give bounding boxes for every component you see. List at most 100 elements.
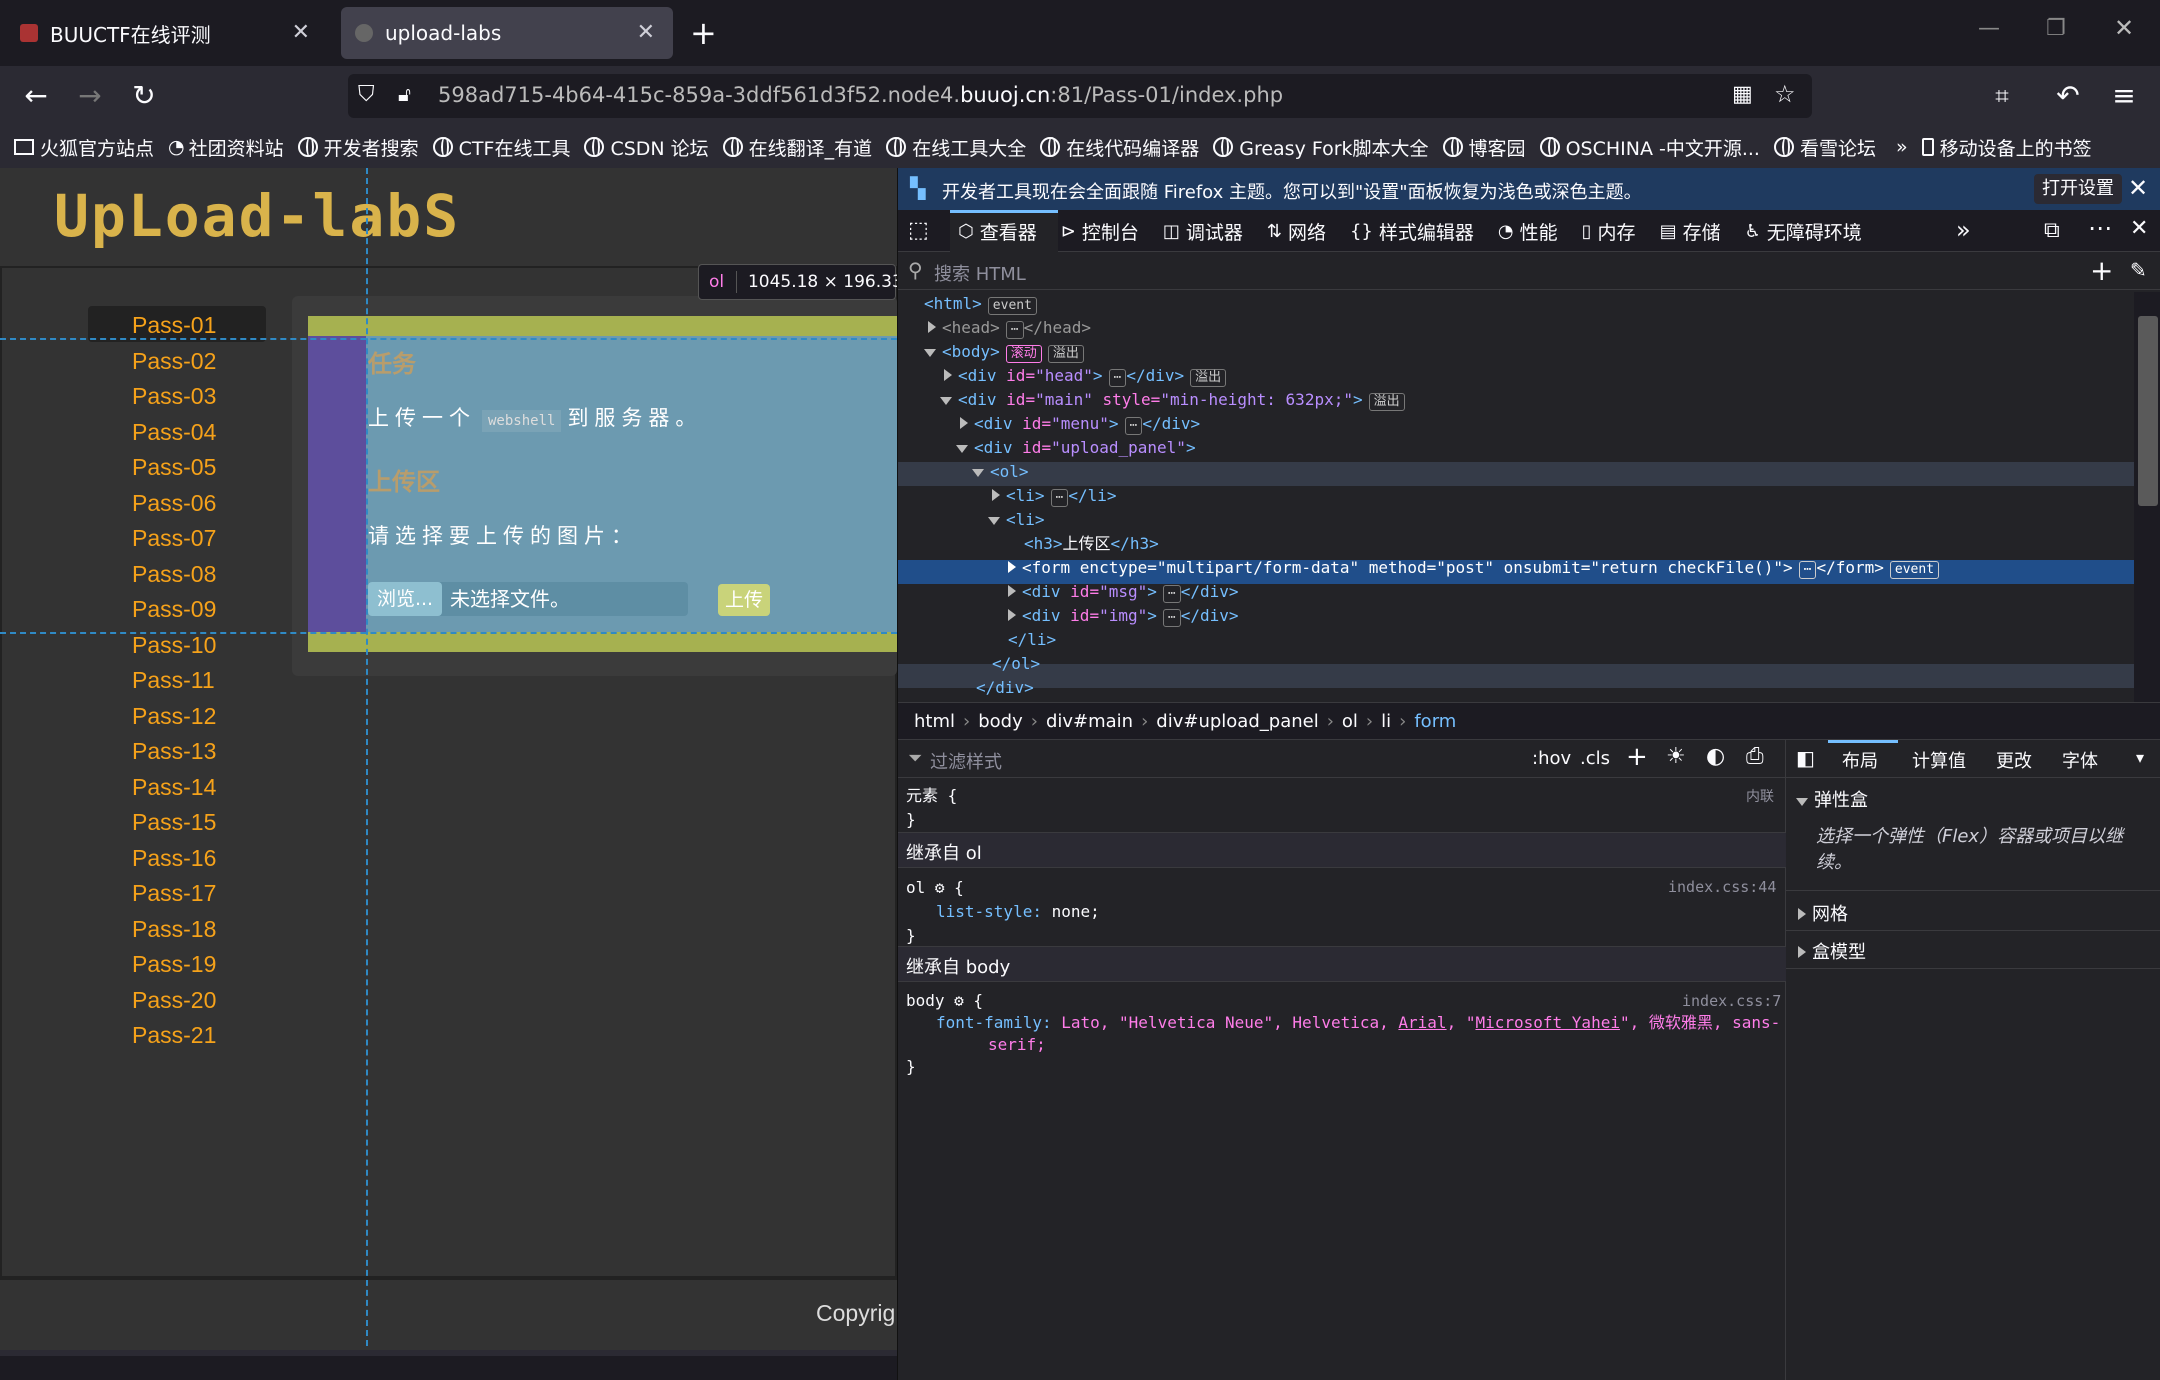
bookmark-item[interactable]: 博客园 [1442, 134, 1526, 161]
bookmark-item[interactable]: CSDN 论坛 [584, 134, 709, 161]
markup-scrollbar-thumb[interactable] [2138, 316, 2158, 506]
back-arrow-icon[interactable]: ← [20, 80, 52, 112]
menu-icon[interactable]: ≡ [2108, 80, 2140, 112]
url-text[interactable]: 598ad715-4b64-415c-859a-3ddf561d3f52.nod… [438, 83, 1283, 107]
grid-section-header[interactable]: 网格 [1798, 900, 1848, 926]
pass-link[interactable]: Pass-16 [132, 845, 216, 872]
pass-link[interactable]: Pass-08 [132, 561, 216, 588]
node-ol-close[interactable]: </ol> [992, 652, 1040, 676]
bookmark-item[interactable]: CTF在线工具 [432, 134, 570, 161]
node-div-img[interactable]: <div id="img"> ⋯ </div> [1008, 604, 1239, 628]
close-devtools-icon[interactable]: ✕ [2130, 216, 2148, 241]
pass-link[interactable]: Pass-14 [132, 774, 216, 801]
qr-code-icon[interactable]: ▦ [1732, 82, 1753, 107]
box-model-section-header[interactable]: 盒模型 [1798, 938, 1866, 964]
node-head[interactable]: <head> ⋯ </head> [928, 316, 1091, 340]
responsive-mode-icon[interactable]: ⧉ [2044, 218, 2060, 243]
pass-link[interactable]: Pass-13 [132, 738, 216, 765]
bookmark-item[interactable]: OSCHINA -中文开源... [1539, 134, 1760, 161]
markup-scrollbar[interactable] [2134, 292, 2160, 702]
add-rule-icon[interactable]: + [1626, 742, 1648, 772]
breadcrumb-item[interactable]: li [1381, 711, 1391, 732]
tab-computed[interactable]: 计算值 [1912, 747, 1966, 773]
breadcrumb-item[interactable]: html [914, 711, 955, 732]
event-badge[interactable]: event [987, 297, 1037, 315]
bookmark-item[interactable]: 火狐官方站点 [14, 134, 154, 161]
light-theme-icon[interactable]: ☀ [1666, 744, 1686, 769]
ol-rule-source[interactable]: index.css:44 [1668, 878, 1776, 896]
forward-arrow-icon[interactable]: → [74, 80, 106, 112]
pass-link[interactable]: Pass-10 [132, 632, 216, 659]
node-ol[interactable]: <ol> [972, 460, 1029, 484]
upload-button[interactable]: 上传 [718, 584, 770, 616]
ol-rule-selector[interactable]: ol [906, 878, 925, 897]
pass-link[interactable]: Pass-11 [132, 667, 215, 694]
node-div-upload-panel[interactable]: <div id="upload_panel"> [956, 436, 1196, 460]
scroll-badge[interactable]: 滚动 [1005, 345, 1042, 363]
pass-link[interactable]: Pass-07 [132, 525, 216, 552]
body-rule-value[interactable]: Lato, "Helvetica Neue", Helvetica, Arial… [1061, 1013, 1780, 1032]
pass-link[interactable]: Pass-02 [132, 348, 216, 375]
devtools-tab[interactable]: ⇅ 网络 [1267, 218, 1326, 245]
open-settings-button[interactable]: 打开设置 [2034, 174, 2122, 204]
close-window-icon[interactable]: ✕ [2114, 14, 2134, 42]
close-tab-icon[interactable]: ✕ [637, 20, 655, 45]
pass-link[interactable]: Pass-04 [132, 419, 216, 446]
tab-changes[interactable]: 更改 [1996, 747, 2032, 773]
insecure-lock-icon[interactable]: 🔓︎ [398, 82, 411, 106]
node-li-2[interactable]: <li> [988, 508, 1045, 532]
pass-link[interactable]: Pass-09 [132, 596, 216, 623]
pass-link[interactable]: Pass-20 [132, 987, 216, 1014]
new-tab-button[interactable]: + [690, 14, 717, 52]
pass-link[interactable]: Pass-15 [132, 809, 216, 836]
crop-icon[interactable]: ⌗ [1986, 80, 2018, 112]
node-body[interactable]: <body> 滚动 溢出 [924, 340, 1084, 364]
hov-toggle[interactable]: :hov [1532, 748, 1571, 769]
bookmark-item[interactable]: 开发者搜索 [297, 134, 419, 161]
node-li-1[interactable]: <li> ⋯ </li> [992, 484, 1117, 508]
shield-icon[interactable]: ⛉ [358, 82, 375, 107]
bookmark-item[interactable]: 在线代码编译器 [1040, 134, 1199, 161]
eyedropper-icon[interactable]: ✎ [2130, 258, 2147, 282]
pass-link[interactable]: Pass-18 [132, 916, 216, 943]
mobile-bookmarks[interactable]: 移动设备上的书签 [1921, 134, 2092, 161]
more-tabs-icon[interactable]: ▾ [2136, 748, 2144, 767]
print-media-icon[interactable]: ⎙ [1746, 744, 1764, 769]
pass-link[interactable]: Pass-05 [132, 454, 216, 481]
filter-styles-input[interactable]: 过滤样式 [930, 748, 1002, 774]
more-bookmarks-icon[interactable]: » [1896, 136, 1908, 158]
devtools-tab[interactable]: ◔ 性能 [1498, 218, 1558, 245]
node-div-menu[interactable]: <div id="menu"> ⋯ </div> [960, 412, 1200, 436]
breadcrumb-item[interactable]: body [978, 711, 1023, 732]
tab-upload-labs[interactable]: upload-labs ✕ [341, 7, 673, 59]
breadcrumb-item[interactable]: form [1414, 711, 1456, 732]
body-rule-source[interactable]: index.css:7 [1682, 992, 1781, 1010]
close-notice-icon[interactable]: ✕ [2128, 174, 2148, 202]
overflow-menu-icon[interactable]: ⋯ [2088, 214, 2112, 242]
restore-icon[interactable]: ❐ [2046, 16, 2066, 41]
bookmark-item[interactable]: 看雪论坛 [1773, 134, 1876, 161]
breadcrumb-item[interactable]: ol [1342, 711, 1358, 732]
ol-rule-value[interactable]: none; [1052, 902, 1100, 921]
reload-icon[interactable]: ↻ [128, 80, 160, 112]
undo-icon[interactable]: ↶ [2052, 80, 2084, 112]
node-html[interactable]: <html> event [924, 292, 1037, 316]
devtools-tab[interactable]: {} 样式编辑器 [1350, 218, 1474, 245]
scroll-right-icon[interactable]: › [876, 1354, 883, 1356]
node-div-close[interactable]: </div> [976, 676, 1034, 700]
devtools-tab[interactable]: ⬡ 查看器 [958, 218, 1037, 245]
node-div-main[interactable]: <div id="main" style="min-height: 632px;… [940, 388, 1405, 412]
ol-rule-property[interactable]: list-style: [936, 902, 1042, 921]
breadcrumb-item[interactable]: div#upload_panel [1156, 711, 1318, 732]
pass-link[interactable]: Pass-03 [132, 383, 216, 410]
overflow-badge[interactable]: 溢出 [1047, 345, 1084, 363]
cls-toggle[interactable]: .cls [1580, 748, 1610, 769]
add-node-icon[interactable]: + [2090, 254, 2113, 287]
pass-link[interactable]: Pass-19 [132, 951, 216, 978]
devtools-tab[interactable]: ◫ 调试器 [1163, 218, 1243, 245]
bookmark-item[interactable]: ◔ 社团资料站 [168, 134, 284, 161]
bookmark-item[interactable]: 在线工具大全 [886, 134, 1026, 161]
url-bar[interactable]: ⛉ 🔓︎ 598ad715-4b64-415c-859a-3ddf561d3f5… [348, 74, 1812, 118]
devtools-tab[interactable]: ♿ 无障碍环境 [1745, 218, 1862, 245]
tab-fonts[interactable]: 字体 [2062, 747, 2098, 773]
